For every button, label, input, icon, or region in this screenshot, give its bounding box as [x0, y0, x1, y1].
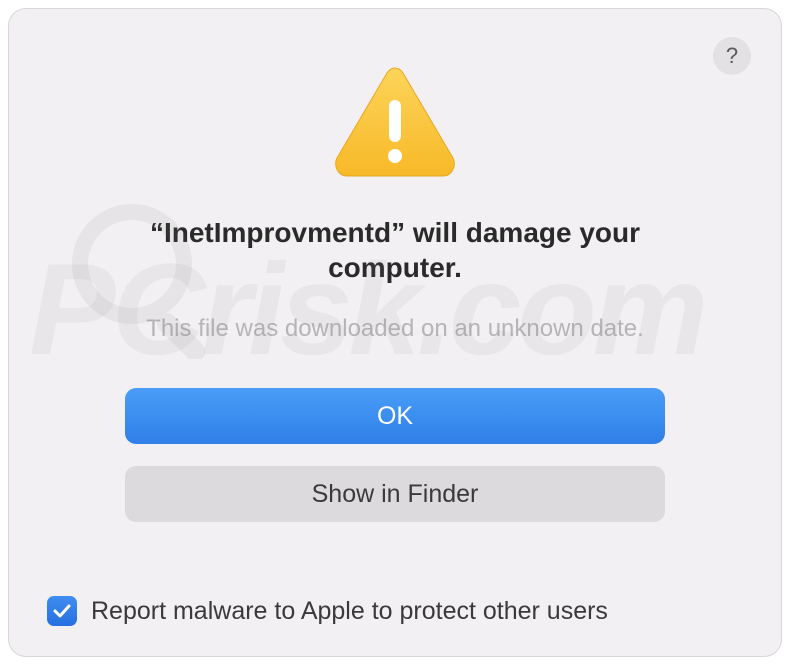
- help-button[interactable]: ?: [713, 37, 751, 75]
- report-malware-row: Report malware to Apple to protect other…: [47, 596, 608, 626]
- alert-dialog: ? “InetImprovmentd” will damage your com…: [8, 8, 782, 657]
- warning-icon: [331, 57, 459, 185]
- dialog-title: “InetImprovmentd” will damage your compu…: [105, 215, 685, 285]
- button-group: OK Show in Finder: [125, 388, 665, 522]
- ok-button[interactable]: OK: [125, 388, 665, 444]
- dialog-subtitle: This file was downloaded on an unknown d…: [146, 313, 644, 344]
- report-malware-checkbox[interactable]: [47, 596, 77, 626]
- checkmark-icon: [52, 601, 72, 621]
- help-icon: ?: [726, 43, 738, 69]
- report-malware-label: Report malware to Apple to protect other…: [91, 597, 608, 626]
- show-in-finder-button[interactable]: Show in Finder: [125, 466, 665, 522]
